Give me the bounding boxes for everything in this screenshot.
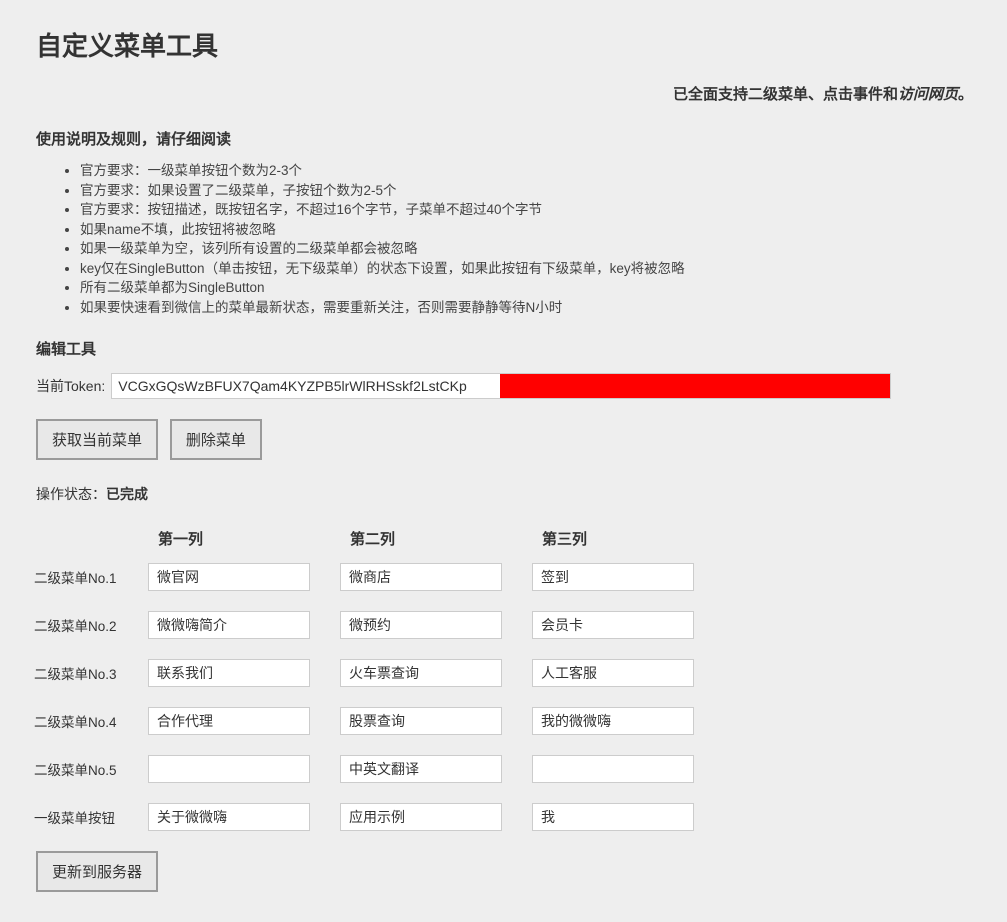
token-label: 当前Token: [36, 376, 105, 396]
menu-cell-input[interactable] [148, 563, 310, 591]
menu-cell-input[interactable] [340, 659, 502, 687]
menu-grid: 第一列 第二列 第三列 二级菜单No.1 二级菜单No.2 二级菜单No.3 二… [28, 528, 724, 851]
rules-heading: 使用说明及规则，请仔细阅读 [36, 128, 977, 149]
status-label: 操作状态： [36, 486, 106, 502]
col-header-3: 第三列 [532, 528, 724, 563]
update-server-button[interactable]: 更新到服务器 [36, 851, 158, 892]
menu-cell-input[interactable] [340, 707, 502, 735]
page-title: 自定义菜单工具 [36, 26, 977, 63]
table-row: 二级菜单No.1 [28, 563, 724, 611]
row-label: 二级菜单No.3 [28, 659, 148, 707]
row-label: 二级菜单No.5 [28, 755, 148, 803]
table-row: 二级菜单No.3 [28, 659, 724, 707]
get-current-menu-button[interactable]: 获取当前菜单 [36, 419, 158, 460]
menu-cell-input[interactable] [532, 707, 694, 735]
menu-cell-input[interactable] [148, 803, 310, 831]
col-header-2: 第二列 [340, 528, 532, 563]
menu-cell-input[interactable] [532, 563, 694, 591]
rule-item: 官方要求：按钮描述，既按钮名字，不超过16个字节，子菜单不超过40个字节 [80, 200, 977, 220]
menu-cell-input[interactable] [148, 755, 310, 783]
table-row: 二级菜单No.5 [28, 755, 724, 803]
support-note: 已全面支持二级菜单、点击事件和访问网页。 [30, 83, 977, 104]
rule-item: 如果要快速看到微信上的菜单最新状态，需要重新关注，否则需要静静等待N小时 [80, 298, 977, 318]
menu-cell-input[interactable] [532, 611, 694, 639]
status-row: 操作状态：已完成 [36, 484, 977, 504]
rule-item: 如果一级菜单为空，该列所有设置的二级菜单都会被忽略 [80, 239, 977, 259]
status-value: 已完成 [106, 486, 148, 502]
rule-item: 所有二级菜单都为SingleButton [80, 278, 977, 298]
menu-cell-input[interactable] [340, 611, 502, 639]
table-row: 二级菜单No.2 [28, 611, 724, 659]
table-row: 二级菜单No.4 [28, 707, 724, 755]
row-label: 二级菜单No.4 [28, 707, 148, 755]
token-redaction [500, 374, 890, 398]
support-note-italic: 访问网页 [898, 86, 958, 103]
row-label: 二级菜单No.1 [28, 563, 148, 611]
menu-cell-input[interactable] [340, 803, 502, 831]
rule-item: 官方要求：如果设置了二级菜单，子按钮个数为2-5个 [80, 181, 977, 201]
support-note-suffix: 。 [958, 86, 973, 103]
menu-cell-input[interactable] [532, 803, 694, 831]
menu-cell-input[interactable] [148, 707, 310, 735]
menu-cell-input[interactable] [532, 659, 694, 687]
delete-menu-button[interactable]: 删除菜单 [170, 419, 262, 460]
edit-tool-heading: 编辑工具 [36, 338, 977, 359]
menu-cell-input[interactable] [532, 755, 694, 783]
col-header-1: 第一列 [148, 528, 340, 563]
rule-item: 官方要求：一级菜单按钮个数为2-3个 [80, 161, 977, 181]
row-label: 一级菜单按钮 [28, 803, 148, 851]
rule-item: key仅在SingleButton（单击按钮，无下级菜单）的状态下设置，如果此按… [80, 259, 977, 279]
menu-cell-input[interactable] [340, 563, 502, 591]
menu-cell-input[interactable] [340, 755, 502, 783]
menu-cell-input[interactable] [148, 611, 310, 639]
menu-cell-input[interactable] [148, 659, 310, 687]
token-row: 当前Token: [36, 373, 977, 399]
rule-item: 如果name不填，此按钮将被忽略 [80, 220, 977, 240]
support-note-prefix: 已全面支持二级菜单、点击事件和 [673, 86, 898, 103]
table-row: 一级菜单按钮 [28, 803, 724, 851]
rules-list: 官方要求：一级菜单按钮个数为2-3个 官方要求：如果设置了二级菜单，子按钮个数为… [80, 161, 977, 318]
row-label: 二级菜单No.2 [28, 611, 148, 659]
